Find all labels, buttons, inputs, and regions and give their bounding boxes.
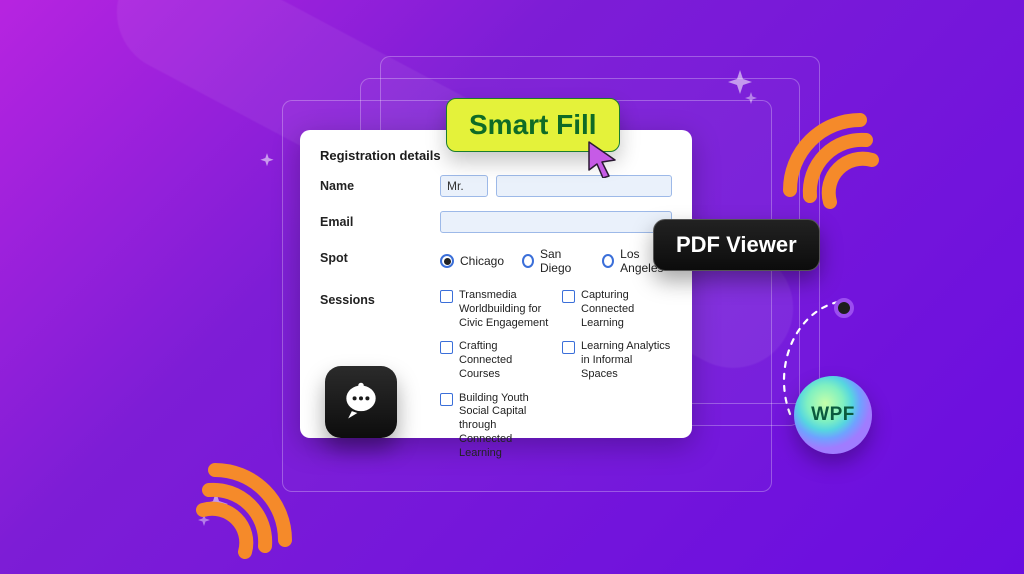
session-checkbox[interactable]: Crafting Connected Courses (440, 340, 550, 381)
session-checkbox[interactable]: Learning Analytics in Informal Spaces (562, 340, 672, 381)
radio-icon (602, 254, 614, 268)
name-input[interactable] (496, 175, 672, 197)
session-label: Building Youth Social Capital through Co… (459, 392, 550, 461)
cursor-icon (585, 140, 619, 178)
spot-label: Spot (320, 247, 440, 265)
spot-radio-label: Chicago (460, 254, 504, 268)
sparkle-icon (256, 152, 278, 174)
sparkle-icon (720, 68, 760, 108)
spot-radio-chicago[interactable]: Chicago (440, 254, 504, 268)
checkbox-icon (440, 393, 453, 406)
arcs-icon (165, 420, 315, 570)
checkbox-icon (562, 341, 575, 354)
session-checkbox[interactable]: Transmedia Worldbuilding for Civic Engag… (440, 289, 550, 330)
checkbox-icon (440, 290, 453, 303)
session-label: Crafting Connected Courses (459, 340, 550, 381)
email-label: Email (320, 211, 440, 229)
name-label: Name (320, 175, 440, 193)
orbit-dot-icon (834, 298, 854, 318)
email-input[interactable] (440, 211, 672, 233)
checkbox-icon (440, 341, 453, 354)
session-checkbox[interactable]: Capturing Connected Learning (562, 289, 672, 330)
chatbot-icon (325, 366, 397, 438)
pdf-viewer-badge: PDF Viewer (653, 219, 820, 271)
wpf-orbit: WPF (778, 300, 918, 460)
name-prefix-input[interactable]: Mr. (440, 175, 488, 197)
spot-radio-sandiego[interactable]: San Diego (522, 247, 584, 275)
radio-icon (522, 254, 534, 268)
spot-radio-label: San Diego (540, 247, 584, 275)
wpf-badge: WPF (794, 376, 872, 454)
radio-icon (440, 254, 454, 268)
checkbox-icon (562, 290, 575, 303)
session-label: Learning Analytics in Informal Spaces (581, 340, 672, 381)
session-label: Capturing Connected Learning (581, 289, 672, 330)
sessions-label: Sessions (320, 289, 440, 307)
arcs-icon (760, 70, 910, 220)
session-checkbox[interactable]: Building Youth Social Capital through Co… (440, 392, 550, 461)
session-label: Transmedia Worldbuilding for Civic Engag… (459, 289, 550, 330)
